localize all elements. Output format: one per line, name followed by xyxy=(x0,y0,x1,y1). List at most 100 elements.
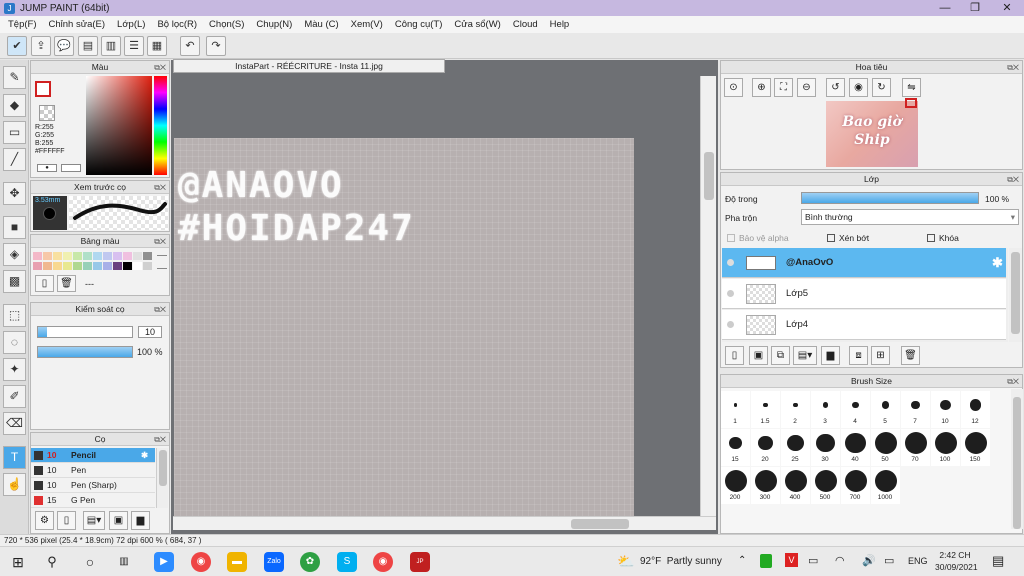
menu-cloud[interactable]: Cloud xyxy=(507,19,544,30)
menu-select[interactable]: Chọn(S) xyxy=(203,19,250,30)
brush-size-cell[interactable]: 15 xyxy=(721,429,750,466)
check-icon[interactable]: ✔ xyxy=(7,36,27,56)
color-mode-button-2[interactable] xyxy=(61,164,81,172)
panel-close-icon[interactable]: ⧉✕ xyxy=(154,182,166,194)
gear-icon[interactable]: ✱ xyxy=(141,448,148,463)
brush-size-cell[interactable]: 12 xyxy=(961,391,990,428)
brush-size-cell[interactable]: 20 xyxy=(751,429,780,466)
zoom-app-icon[interactable]: ▶ xyxy=(154,552,174,572)
magic-wand-tool-icon[interactable]: ✦ xyxy=(3,358,26,381)
protect-alpha-checkbox[interactable]: Bảo vệ alpha xyxy=(727,233,789,243)
palette-swatch[interactable] xyxy=(83,252,92,260)
panel-close-icon[interactable]: ⧉✕ xyxy=(154,62,166,74)
palette-swatch[interactable] xyxy=(113,262,122,270)
brush-tool-icon[interactable]: ✎ xyxy=(3,66,26,89)
palette-swatch[interactable] xyxy=(103,262,112,270)
palette-swatch[interactable] xyxy=(123,252,132,260)
layer-opacity-slider[interactable] xyxy=(801,192,979,204)
close-button[interactable]: ✕ xyxy=(992,0,1022,16)
brush-size-cell[interactable]: 4 xyxy=(841,391,870,428)
brush-settings-icon[interactable]: ⚙ xyxy=(35,511,54,530)
select-pen-tool-icon[interactable]: ✐ xyxy=(3,385,26,408)
brush-size-cell[interactable]: 3 xyxy=(811,391,840,428)
eraser-tool-icon[interactable]: ◆ xyxy=(3,94,26,117)
new-brush-icon[interactable]: ▯ xyxy=(57,511,76,530)
palette-swatch[interactable] xyxy=(83,262,92,270)
tray-app-icon[interactable] xyxy=(760,554,772,568)
brush-size-cell[interactable]: 5 xyxy=(871,391,900,428)
brush-size-cell[interactable]: 40 xyxy=(841,429,870,466)
comment-icon[interactable]: 💬 xyxy=(54,36,74,56)
document-tab[interactable]: InstaPart - RÉÉCRITURE - Insta 11.jpg xyxy=(173,59,445,73)
export-icon[interactable]: ⇪ xyxy=(31,36,51,56)
jump-paint-icon[interactable]: JP xyxy=(410,552,430,572)
eye-icon[interactable] xyxy=(727,321,734,328)
copy-layer-icon[interactable]: ⧈ xyxy=(849,346,868,365)
notification-icon[interactable]: ▤ xyxy=(992,553,1004,569)
menu-help[interactable]: Help xyxy=(544,19,576,30)
lasso-tool-icon[interactable]: ◌ xyxy=(3,331,26,354)
brush-item-g-pen[interactable]: 15 G Pen xyxy=(31,493,155,508)
palette-swatch[interactable] xyxy=(93,262,102,270)
blend-mode-select[interactable]: Bình thường ▾ xyxy=(801,209,1019,225)
eye-icon[interactable] xyxy=(727,259,734,266)
palette-swatch[interactable] xyxy=(43,262,52,270)
brush-export-icon[interactable]: ▣ xyxy=(109,511,128,530)
menu-layer[interactable]: Lớp(L) xyxy=(111,19,151,30)
layer-scroll-thumb[interactable] xyxy=(1011,252,1020,334)
delete-layer-icon[interactable]: 🗑 xyxy=(901,346,920,365)
hue-slider[interactable] xyxy=(154,76,167,175)
chrome-icon[interactable]: ◉ xyxy=(191,552,211,572)
palette-swatch[interactable] xyxy=(103,252,112,260)
zoom-in-icon[interactable]: ⊕ xyxy=(752,78,771,97)
brush-menu-icon[interactable]: ▤▾ xyxy=(83,511,105,530)
coc-coc-icon[interactable]: ✿ xyxy=(300,552,320,572)
widgets-icon[interactable]: ▥ xyxy=(114,552,134,572)
menu-window[interactable]: Cửa sổ(W) xyxy=(448,19,506,30)
menu-edit[interactable]: Chỉnh sửa(E) xyxy=(43,19,112,30)
brush-opacity-slider[interactable] xyxy=(37,346,133,358)
windows-start-icon[interactable]: ⊞ xyxy=(8,552,28,572)
layer-list-scrollbar[interactable] xyxy=(1009,248,1022,342)
skype-icon[interactable]: S xyxy=(337,552,357,572)
new-layer-type-icon[interactable]: ▣ xyxy=(749,346,768,365)
brush-size-cell[interactable]: 150 xyxy=(961,429,990,466)
palette-swatch[interactable] xyxy=(53,262,62,270)
canvas-hscroll-thumb[interactable] xyxy=(571,519,629,529)
menu-capture[interactable]: Chụp(N) xyxy=(250,19,298,30)
layer-row-lop5[interactable]: Lớp5 xyxy=(722,279,1006,309)
text-tool-icon[interactable]: T xyxy=(3,446,26,469)
zoom-actual-icon[interactable]: ⛶ xyxy=(774,78,793,97)
menu-color[interactable]: Màu (C) xyxy=(298,19,344,30)
tray-chevron-icon[interactable]: ⌃ xyxy=(738,555,746,566)
canvas-horizontal-scrollbar[interactable] xyxy=(173,516,716,530)
brush-size-cell[interactable]: 1 xyxy=(721,391,750,428)
panel-close-icon[interactable]: ⧉✕ xyxy=(1007,174,1019,186)
weather-widget[interactable]: 92°F Partly sunny xyxy=(640,556,722,567)
gear-icon[interactable]: ✱ xyxy=(992,255,1003,271)
brush-size-cell[interactable]: 1.5 xyxy=(751,391,780,428)
menu-filter[interactable]: Bộ lọc(R) xyxy=(151,19,203,30)
palette-swatch[interactable] xyxy=(93,252,102,260)
select-rect-tool-icon[interactable]: ⬚ xyxy=(3,304,26,327)
brush-size-scroll-thumb[interactable] xyxy=(1013,397,1021,529)
new-layer-icon[interactable]: ▯ xyxy=(725,346,744,365)
select-eraser-tool-icon[interactable]: ⌫ xyxy=(3,412,26,435)
brush-size-cell[interactable]: 400 xyxy=(781,467,810,504)
note-icon[interactable]: ▤ xyxy=(78,36,98,56)
panel-close-icon[interactable]: ⧉✕ xyxy=(1007,376,1019,388)
volume-icon[interactable]: 🔊 xyxy=(862,554,876,567)
grid-icon[interactable]: ▦ xyxy=(147,36,167,56)
task-view-icon[interactable]: ○ xyxy=(80,552,100,572)
clock[interactable]: 2:42 CH 30/09/2021 xyxy=(935,549,978,573)
brush-size-cell[interactable]: 50 xyxy=(871,429,900,466)
palette-swatch[interactable] xyxy=(143,252,152,260)
merge-layer-icon[interactable]: ⊞ xyxy=(871,346,890,365)
brush-size-scrollbar[interactable] xyxy=(1011,389,1023,529)
chrome-profile-icon[interactable]: ◉ xyxy=(373,552,393,572)
palette-scroll[interactable] xyxy=(157,255,167,269)
rectangle-tool-icon[interactable]: ▭ xyxy=(3,121,26,144)
brush-size-cell[interactable]: 1000 xyxy=(871,467,900,504)
palette-swatch[interactable] xyxy=(43,252,52,260)
brush-size-slider[interactable] xyxy=(37,326,133,338)
